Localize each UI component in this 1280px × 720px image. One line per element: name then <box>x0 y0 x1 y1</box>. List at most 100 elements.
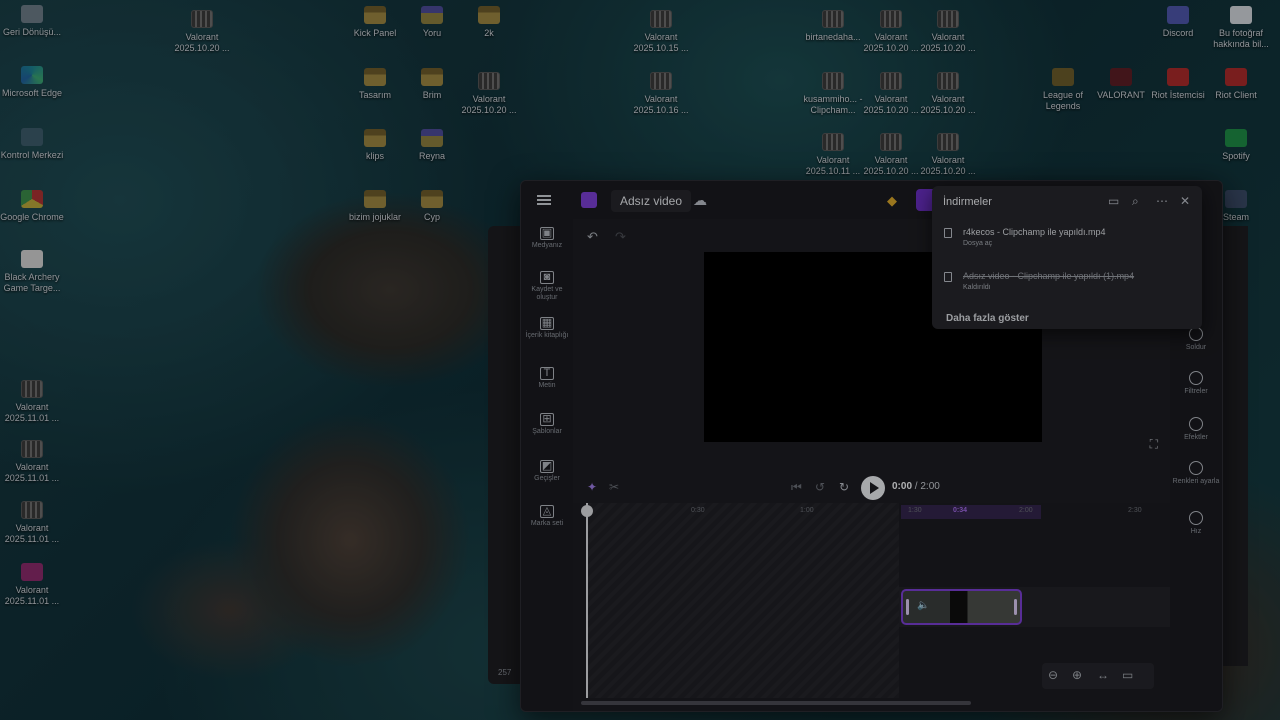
show-more-link[interactable]: Daha fazla göster <box>946 313 1029 324</box>
spotify-icon <box>1225 129 1247 147</box>
video-file-icon <box>880 133 902 151</box>
desktop-icon-valorant-clip[interactable]: Valorant 2025.10.20 ... <box>859 133 923 177</box>
desktop-icon-riot-client[interactable]: Riot Client <box>1204 68 1268 101</box>
rail-item-text[interactable]: T Metin <box>521 367 573 390</box>
desktop-icon-valorant-clip[interactable]: Valorant 2025.11.01 ... <box>0 563 64 607</box>
video-clip[interactable]: 🔈 <box>901 589 1022 625</box>
fullscreen-icon[interactable]: ⛶ <box>1150 437 1158 452</box>
desktop-icon-valorant-clip[interactable]: Valorant 2025.10.20 ... <box>859 72 923 116</box>
speaker-icon[interactable]: 🔈 <box>917 600 929 611</box>
image-file-icon <box>21 250 43 268</box>
recycle-bin-icon <box>21 5 43 23</box>
desktop-icon-valorant-clip[interactable]: Valorant 2025.11.01 ... <box>0 501 64 545</box>
desktop-icon-valorant-clip[interactable]: Valorant 2025.10.15 ... <box>629 10 693 54</box>
rail-item-speed[interactable]: Hız <box>1170 511 1222 536</box>
desktop-icon-folder-cyp[interactable]: Cyp <box>400 190 464 223</box>
desktop-icon-riot-istemcisi[interactable]: Riot İstemcisi <box>1146 68 1210 101</box>
ruler-tick: 2:00 <box>1019 507 1033 514</box>
timeline-scrollbar[interactable] <box>581 701 971 705</box>
playhead[interactable] <box>581 503 593 698</box>
desktop-icon-valorant-clip[interactable]: Valorant 2025.10.20 ... <box>457 72 521 116</box>
desktop-icon-photo-info[interactable]: Bu fotoğraf hakkında bil... <box>1206 6 1276 50</box>
media-icon: ▣ <box>540 227 554 240</box>
video-file-icon <box>21 380 43 398</box>
split-icon[interactable]: ✂ <box>609 480 619 494</box>
cloud-off-icon[interactable]: ☁ <box>693 192 707 209</box>
desktop-icon-league-of-legends[interactable]: League of Legends <box>1031 68 1095 112</box>
timeline-ruler[interactable]: 0:30 1:00 1:30 0:34 2:00 2:30 <box>573 505 1170 519</box>
desktop-icon-valorant-clip[interactable]: Valorant 2025.10.20 ... <box>916 10 980 54</box>
desktop-icon-valorant-clip[interactable]: Valorant 2025.10.20 ... <box>916 72 980 116</box>
search-icon[interactable]: ⌕ <box>1132 194 1139 209</box>
clip-trim-handle-left[interactable] <box>906 599 909 615</box>
download-status: Kaldırıldı <box>963 284 991 291</box>
rail-item-filters[interactable]: Filtreler <box>1170 371 1222 396</box>
desktop-icon-spotify[interactable]: Spotify <box>1204 129 1268 162</box>
skip-back-icon[interactable]: ⏮ <box>791 480 802 495</box>
desktop-icon-valorant-clip[interactable]: Valorant 2025.10.20 ... <box>916 133 980 177</box>
desktop-icon-recycle-bin[interactable]: Geri Dönüşü... <box>0 5 64 38</box>
rail-item-templates[interactable]: ⊞ Şablonlar <box>521 413 573 436</box>
rail-item-media[interactable]: ▣ Medyanız <box>521 227 573 250</box>
zoom-in-icon[interactable]: ⊕ <box>1072 668 1082 682</box>
magic-icon[interactable]: ✦ <box>587 480 597 494</box>
open-file-link[interactable]: Dosya aç <box>963 240 992 247</box>
folder-icon <box>421 6 443 24</box>
rail-item-fade[interactable]: Soldur <box>1170 327 1222 352</box>
premium-gem-icon[interactable]: ◆ <box>887 193 897 209</box>
project-title[interactable]: Adsız video <box>611 190 692 212</box>
video-file-icon <box>937 133 959 151</box>
desktop-icon-chrome[interactable]: Google Chrome <box>0 190 64 223</box>
rail-item-transitions[interactable]: ◩ Geçişler <box>521 460 573 483</box>
rail-item-content-library[interactable]: ▦ İçerik kitaplığı <box>521 317 573 340</box>
desktop-icon-valorant-clip[interactable]: Valorant 2025.11.01 ... <box>0 380 64 424</box>
desktop-icon-control-center[interactable]: Kontrol Merkezi <box>0 128 64 161</box>
open-folder-icon[interactable]: ▭ <box>1108 194 1119 208</box>
desktop-icon-valorant-clip[interactable]: Valorant 2025.10.16 ... <box>629 72 693 116</box>
rewind-icon[interactable]: ↺ <box>815 480 825 494</box>
folder-icon <box>421 190 443 208</box>
desktop-icon-folder-brim[interactable]: Brim <box>400 68 464 101</box>
rail-item-effects[interactable]: Efektler <box>1170 417 1222 442</box>
more-options-icon[interactable]: ⋯ <box>1156 194 1168 208</box>
rail-item-brand-kit[interactable]: ◬ Marka seti <box>521 505 573 528</box>
desktop-icon-valorant[interactable]: VALORANT <box>1089 68 1153 101</box>
timeline-layout-icon[interactable]: ▭ <box>1122 668 1133 682</box>
timeline[interactable]: 0:30 1:00 1:30 0:34 2:00 2:30 🔈 ⊖ ⊕ ↔ ▭ <box>573 503 1170 711</box>
fit-timeline-icon[interactable]: ↔ <box>1097 668 1109 682</box>
redo-icon[interactable]: ↷ <box>615 229 626 245</box>
desktop-icon-archery-image[interactable]: Black Archery Game Targe... <box>0 250 66 294</box>
desktop-icon-folder-2k[interactable]: 2k <box>457 6 521 39</box>
video-file-icon <box>650 72 672 90</box>
video-file-icon <box>822 72 844 90</box>
desktop-icon-folder-bizim-jojuklar[interactable]: bizim jojuklar <box>343 190 407 223</box>
desktop-icon-valorant-clip[interactable]: Valorant 2025.11.01 ... <box>0 440 64 484</box>
desktop-icon-folder-tasarim[interactable]: Tasarım <box>343 68 407 101</box>
close-icon[interactable]: ✕ <box>1180 194 1190 208</box>
desktop-icon-video[interactable]: kusammiho... - Clipcham... <box>801 72 865 116</box>
desktop-icon-valorant-clip[interactable]: Valorant 2025.10.20 ... <box>859 10 923 54</box>
desktop-icon-folder-reyna[interactable]: Reyna <box>400 129 464 162</box>
adjust-colors-icon <box>1189 461 1203 475</box>
desktop-icon-edge[interactable]: Microsoft Edge <box>0 66 64 99</box>
zoom-out-icon[interactable]: ⊖ <box>1048 668 1058 682</box>
clip-trim-handle-right[interactable] <box>1014 599 1017 615</box>
play-button[interactable] <box>861 476 885 500</box>
desktop-icon-video[interactable]: birtanedaha... <box>801 10 865 43</box>
desktop-icon-valorant-clip[interactable]: Valorant 2025.10.11 ... <box>801 133 865 177</box>
forward-icon[interactable]: ↻ <box>839 480 849 494</box>
video-file-icon <box>880 10 902 28</box>
menu-icon[interactable] <box>537 195 551 205</box>
rail-item-adjust-colors[interactable]: Renkleri ayarla <box>1170 461 1222 486</box>
ruler-current-marker: 0:34 <box>953 507 968 514</box>
undo-icon[interactable]: ↶ <box>587 229 598 245</box>
desktop-icon-valorant-clip[interactable]: Valorant 2025.10.20 ... <box>170 10 234 54</box>
desktop-icon-folder-klips[interactable]: klips <box>343 129 407 162</box>
templates-icon: ⊞ <box>540 413 554 426</box>
desktop-icon-folder-yoru[interactable]: Yoru <box>400 6 464 39</box>
effects-icon <box>1189 417 1203 431</box>
desktop-icon-folder-kick-panel[interactable]: Kick Panel <box>343 6 407 39</box>
desktop-icon-discord[interactable]: Discord <box>1146 6 1210 39</box>
rail-item-record[interactable]: ◙ Kaydet ve oluştur <box>521 271 573 302</box>
text-icon: T <box>540 367 554 380</box>
